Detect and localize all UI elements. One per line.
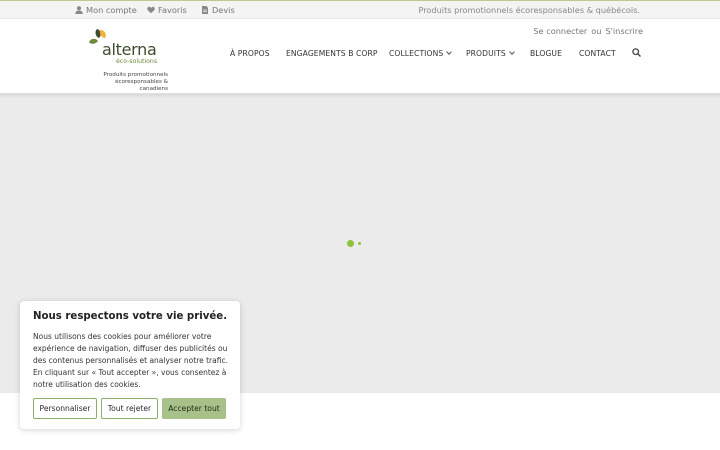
nav-label: CONTACT (579, 49, 616, 58)
accept-all-button[interactable]: Accepter tout (162, 398, 226, 419)
tagline: Produits promotionnels écoresponsables &… (418, 5, 640, 15)
user-icon (75, 6, 83, 14)
nav-item-engagements[interactable]: ENGAGEMENTS B CORP (286, 49, 378, 58)
account-label: Mon compte (86, 5, 137, 15)
logo-subtitle-line2: écoresponsables & canadiens (115, 79, 168, 92)
logo-wordmark: alterna (102, 40, 157, 59)
heart-icon (147, 6, 155, 14)
auth-separator: ou (591, 26, 602, 36)
login-link[interactable]: Se connecter (533, 26, 587, 36)
nav-label: PRODUITS (466, 49, 506, 58)
quote-label: Devis (212, 5, 235, 15)
nav-item-blogue[interactable]: BLOGUE (530, 49, 562, 58)
customize-button[interactable]: Personnaliser (33, 398, 97, 419)
favorites-link[interactable]: Favoris (147, 5, 187, 15)
register-link[interactable]: S'inscrire (605, 26, 643, 36)
nav-label: BLOGUE (530, 49, 562, 58)
cookie-title: Nous respectons votre vie privée. (33, 311, 228, 322)
chevron-down-icon (446, 49, 453, 55)
reject-all-button[interactable]: Tout rejeter (101, 398, 158, 419)
quote-link[interactable]: Devis (201, 5, 235, 15)
favorites-label: Favoris (158, 5, 187, 15)
nav-item-contact[interactable]: CONTACT (579, 49, 616, 58)
chevron-down-icon (508, 49, 515, 55)
cookie-text: Nous utilisons des cookies pour améliore… (33, 332, 228, 389)
cookie-consent-dialog: Nous respectons votre vie privée. Nous u… (20, 301, 240, 429)
account-link[interactable]: Mon compte (75, 5, 137, 15)
logo-subtitle: Produits promotionnels écoresponsables &… (86, 72, 168, 93)
loading-dot-small (358, 242, 361, 245)
nav-label: ENGAGEMENTS B CORP (286, 49, 378, 58)
logo-subtitle-line1: Produits promotionnels (103, 72, 168, 78)
loading-dot-large (347, 240, 354, 247)
logo-eco: éco-solutions (116, 58, 158, 65)
nav-item-collections[interactable]: COLLECTIONS (389, 49, 453, 58)
nav-item-a-propos[interactable]: À PROPOS (230, 49, 270, 58)
site-logo[interactable]: alterna éco-solutions Produits promotion… (86, 28, 172, 92)
search-icon[interactable] (632, 48, 641, 57)
site-header: Se connecter ou S'inscrire alterna éco-s… (0, 19, 720, 93)
top-bar: Mon compte Favoris Devis Produits promot… (0, 0, 720, 19)
nav-item-produits[interactable]: PRODUITS (466, 49, 515, 58)
document-icon (202, 6, 208, 14)
auth-links: Se connecter ou S'inscrire (533, 26, 643, 36)
nav-label: À PROPOS (230, 49, 270, 58)
nav-label: COLLECTIONS (389, 49, 444, 58)
